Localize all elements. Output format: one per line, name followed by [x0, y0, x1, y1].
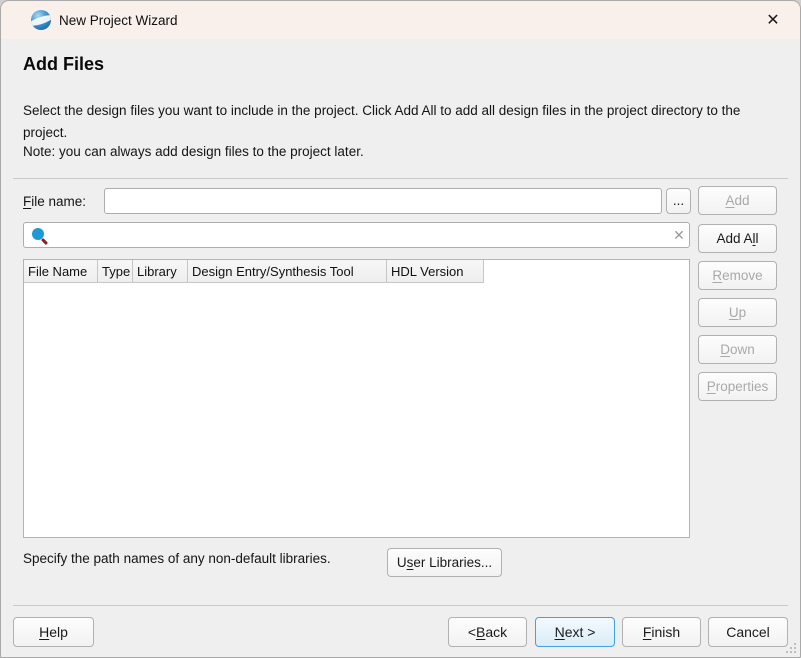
titlebar: New Project Wizard ✕: [1, 1, 800, 39]
down-button[interactable]: Down: [698, 335, 777, 364]
column-header-design-entry-tool[interactable]: Design Entry/Synthesis Tool: [188, 260, 387, 283]
separator-bottom: [13, 605, 788, 606]
browse-button[interactable]: ...: [666, 188, 691, 214]
quartus-logo-icon: [31, 10, 51, 30]
add-button[interactable]: Add: [698, 186, 777, 215]
next-button[interactable]: Next >: [535, 617, 615, 647]
column-header-hdl-version[interactable]: HDL Version: [387, 260, 484, 283]
help-button[interactable]: Help: [13, 617, 94, 647]
column-header-library[interactable]: Library: [133, 260, 188, 283]
new-project-wizard-dialog: New Project Wizard ✕ Add Files Select th…: [0, 0, 801, 658]
column-header-filler: [484, 260, 689, 283]
resize-grip-icon[interactable]: [785, 642, 797, 654]
page-title: Add Files: [23, 54, 104, 75]
clear-search-icon[interactable]: ✕: [667, 222, 691, 248]
cancel-button[interactable]: Cancel: [708, 617, 788, 647]
close-icon[interactable]: ✕: [758, 6, 788, 34]
up-button[interactable]: Up: [698, 298, 777, 327]
back-button[interactable]: < Back: [448, 617, 527, 647]
files-table[interactable]: File Name Type Library Design Entry/Synt…: [23, 259, 690, 538]
search-icon: [32, 228, 44, 240]
remove-button[interactable]: Remove: [698, 261, 777, 290]
search-input[interactable]: [23, 222, 690, 248]
window-title: New Project Wizard: [59, 1, 178, 39]
user-libraries-button[interactable]: User Libraries...: [387, 548, 502, 577]
page-note: Note: you can always add design files to…: [23, 141, 364, 163]
separator-top: [13, 178, 788, 179]
files-table-header: File Name Type Library Design Entry/Synt…: [24, 260, 689, 283]
finish-button[interactable]: Finish: [622, 617, 701, 647]
column-header-type[interactable]: Type: [98, 260, 133, 283]
user-libraries-label: Specify the path names of any non-defaul…: [23, 551, 331, 566]
add-all-button[interactable]: Add All: [698, 224, 777, 253]
properties-button[interactable]: Properties: [698, 372, 777, 401]
column-header-file-name[interactable]: File Name: [24, 260, 98, 283]
file-name-label: File name:: [23, 188, 86, 214]
file-name-input[interactable]: [104, 188, 662, 214]
page-description: Select the design files you want to incl…: [23, 100, 771, 144]
